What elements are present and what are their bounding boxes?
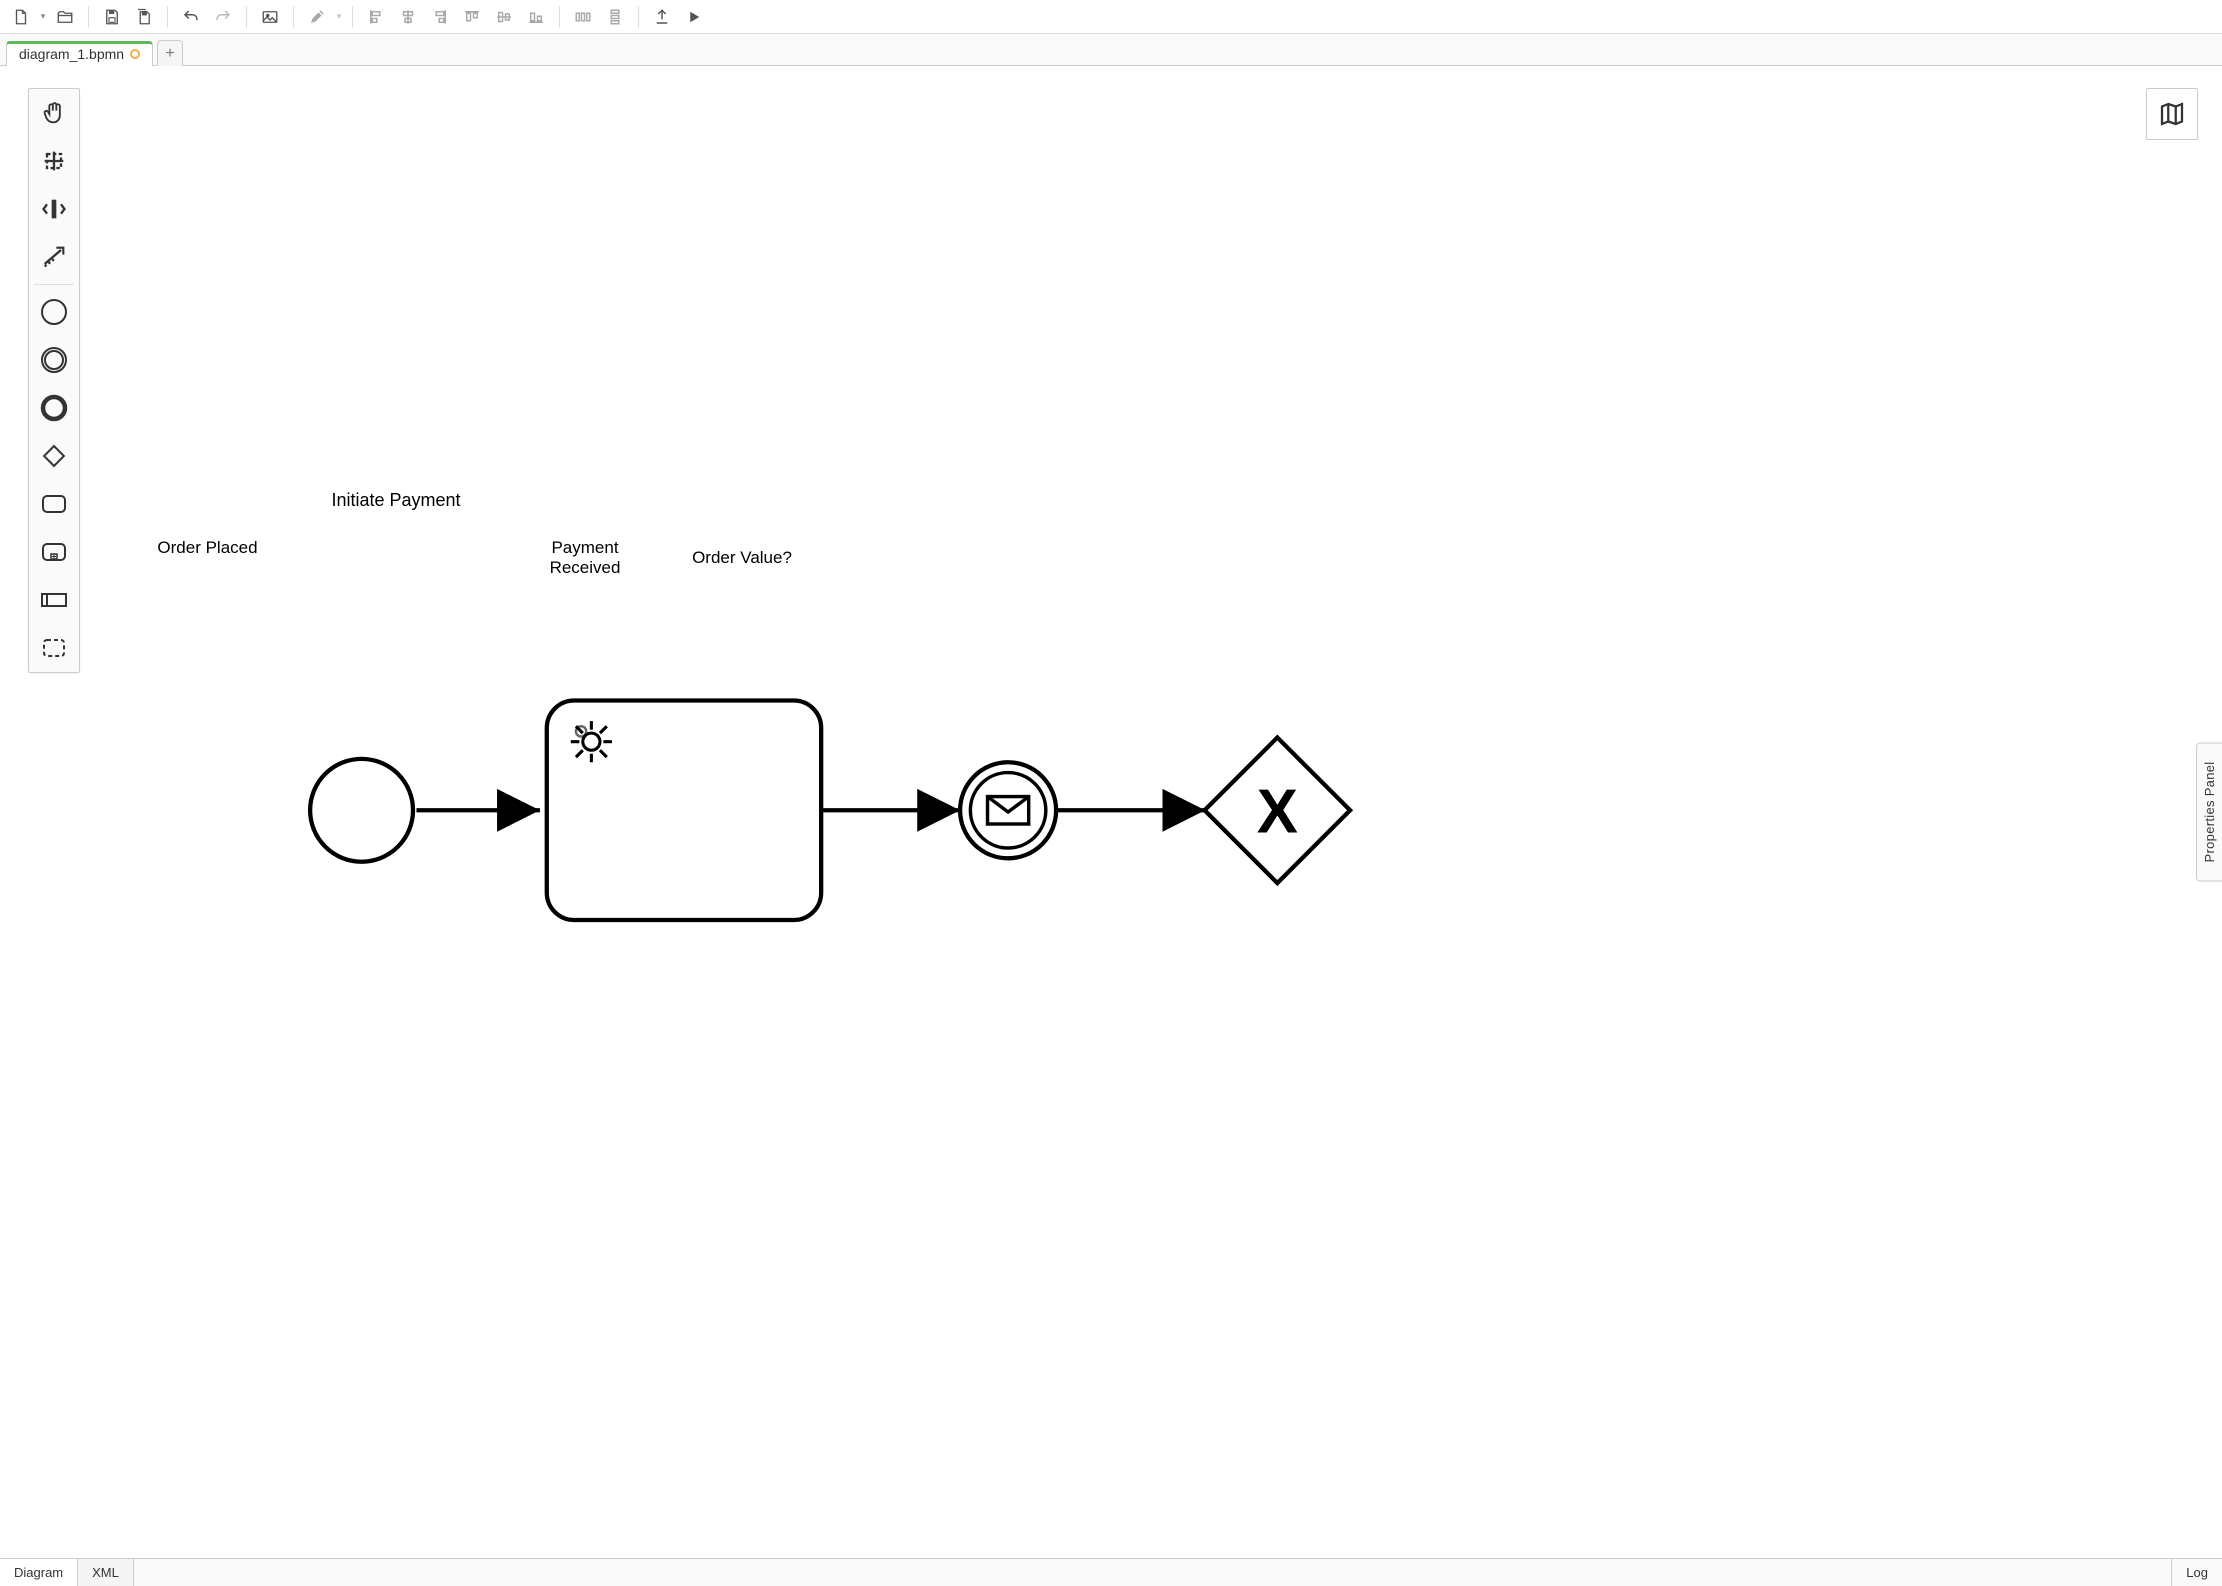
toolbar-separator [352, 6, 353, 28]
top-toolbar: ▾ ▾ [0, 0, 2222, 34]
save-all-button[interactable] [129, 3, 159, 31]
create-start-event[interactable] [30, 288, 78, 336]
bottom-spacer [134, 1559, 2171, 1586]
palette-separator [34, 284, 74, 285]
new-file-dropdown[interactable]: ▾ [38, 11, 48, 22]
toolbar-separator [246, 6, 247, 28]
create-group[interactable] [30, 624, 78, 672]
dirty-indicator-icon [130, 49, 140, 59]
create-participant[interactable] [30, 576, 78, 624]
gateway-x-icon: X [1257, 778, 1298, 847]
color-button[interactable] [302, 3, 332, 31]
undo-button[interactable] [176, 3, 206, 31]
intermediate-event-node[interactable] [960, 762, 1056, 858]
toolbar-separator [88, 6, 89, 28]
element-palette [28, 88, 80, 673]
gateway-label[interactable]: Order Value? [680, 548, 804, 568]
log-toggle[interactable]: Log [2171, 1559, 2222, 1586]
save-button[interactable] [97, 3, 127, 31]
create-subprocess[interactable] [30, 528, 78, 576]
distribute-v-button[interactable] [600, 3, 630, 31]
minimap-toggle[interactable] [2146, 88, 2198, 140]
toolbar-separator [293, 6, 294, 28]
color-dropdown[interactable]: ▾ [334, 11, 344, 22]
bottom-bar: Diagram XML Log [0, 1558, 2222, 1586]
toolbar-separator [559, 6, 560, 28]
create-intermediate-event[interactable] [30, 336, 78, 384]
create-gateway[interactable] [30, 432, 78, 480]
lasso-tool[interactable] [30, 137, 78, 185]
create-end-event[interactable] [30, 384, 78, 432]
add-tab-button[interactable]: + [157, 40, 183, 66]
file-tab[interactable]: diagram_1.bpmn [6, 41, 153, 66]
redo-button[interactable] [208, 3, 238, 31]
service-task-node[interactable] [547, 701, 821, 921]
align-bottom-button[interactable] [521, 3, 551, 31]
align-top-button[interactable] [457, 3, 487, 31]
properties-panel-label: Properties Panel [2202, 762, 2217, 863]
align-center-h-button[interactable] [393, 3, 423, 31]
start-event-label[interactable]: Order Placed [150, 538, 265, 558]
align-center-v-button[interactable] [489, 3, 519, 31]
xml-view-tab[interactable]: XML [78, 1559, 134, 1586]
intermediate-event-label[interactable]: Payment Received [528, 538, 642, 579]
toolbar-separator [638, 6, 639, 28]
deploy-button[interactable] [647, 3, 677, 31]
align-right-button[interactable] [425, 3, 455, 31]
properties-panel-toggle[interactable]: Properties Panel [2196, 743, 2222, 882]
diagram-view-tab[interactable]: Diagram [0, 1559, 78, 1586]
run-button[interactable] [679, 3, 709, 31]
hand-tool[interactable] [30, 89, 78, 137]
global-connect-tool[interactable] [30, 233, 78, 281]
start-event-node[interactable] [310, 759, 413, 862]
distribute-h-button[interactable] [568, 3, 598, 31]
toolbar-separator [167, 6, 168, 28]
new-file-button[interactable] [6, 3, 36, 31]
task-label[interactable]: Initiate Payment [316, 490, 476, 512]
export-image-button[interactable] [255, 3, 285, 31]
create-task[interactable] [30, 480, 78, 528]
editor-main: X Order Placed Initiate Payment Payment … [0, 66, 2222, 1558]
bpmn-diagram-svg: X [0, 66, 2222, 1558]
tab-label: diagram_1.bpmn [19, 46, 124, 62]
open-file-button[interactable] [50, 3, 80, 31]
exclusive-gateway-node[interactable]: X [1205, 738, 1351, 884]
diagram-canvas[interactable]: X Order Placed Initiate Payment Payment … [0, 66, 2222, 1558]
align-left-button[interactable] [361, 3, 391, 31]
file-tabbar: diagram_1.bpmn + [0, 34, 2222, 66]
space-tool[interactable] [30, 185, 78, 233]
